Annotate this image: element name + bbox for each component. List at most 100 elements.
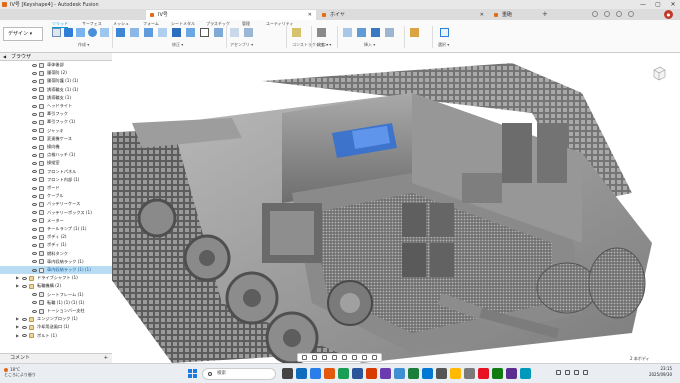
insert-image-icon[interactable] [357,28,366,37]
view-cube[interactable] [651,65,667,81]
visibility-eye-icon[interactable] [32,268,37,272]
browser-body-row[interactable]: ジャッキ [0,127,112,135]
browser-body-row[interactable]: 誘導輪支 (1) [0,94,112,102]
taskbar-app-icon[interactable] [282,368,293,379]
insert-mesh-icon[interactable] [371,28,380,37]
browser-body-row[interactable]: バッテリーボックス (1) [0,209,112,217]
taskbar-app-icon[interactable] [380,368,391,379]
maximize-button[interactable]: ▢ [651,0,665,9]
revolve-icon[interactable] [88,28,97,37]
visibility-eye-icon[interactable] [32,194,37,198]
select-icon[interactable] [440,28,449,37]
expand-icon[interactable]: ▶ [16,315,19,323]
browser-body-row[interactable]: 車体後部 [0,61,112,69]
browser-component-row[interactable]: ▶ ドライブシャフト (1) [0,274,112,282]
visibility-eye-icon[interactable] [32,129,37,133]
visibility-eye-icon[interactable] [22,284,27,288]
joint-icon[interactable] [230,28,239,37]
taskbar-search[interactable]: 検索 [202,368,276,380]
expand-icon[interactable]: ▶ [16,332,19,340]
visibility-eye-icon[interactable] [32,63,37,67]
expand-icon[interactable]: ▶ [16,323,19,331]
inspect-group-label[interactable]: 検査 ▾ [317,42,328,48]
browser-body-row[interactable]: ヘッドライト [0,102,112,110]
visibility-eye-icon[interactable] [32,88,37,92]
tab-manage[interactable]: 管理 [242,21,250,27]
visibility-eye-icon[interactable] [32,104,37,108]
taskbar-app-icon[interactable] [464,368,475,379]
tab-mesh[interactable]: メッシュ [113,21,129,27]
taskbar-app-icon[interactable] [492,368,503,379]
tab-utilities[interactable]: ユーティリティ [266,21,294,27]
visibility-eye-icon[interactable] [32,202,37,206]
battery-icon[interactable] [583,370,588,375]
extrude-icon[interactable] [76,28,85,37]
visibility-eye-icon[interactable] [32,112,37,116]
browser-body-row[interactable]: 操縦室 [0,159,112,167]
taskbar-app-icon[interactable] [310,368,321,379]
assemble-group-label[interactable]: アセンブリ ▾ [230,42,253,48]
press-pull-icon[interactable] [116,28,125,37]
visibility-eye-icon[interactable] [32,178,37,182]
modify-group-label[interactable]: 修正 ▾ [172,42,183,48]
visibility-eye-icon[interactable] [22,317,27,321]
visibility-eye-icon[interactable] [32,145,37,149]
hole-icon[interactable] [100,28,109,37]
tab-sheet-metal[interactable]: シートメタル [171,21,195,27]
visibility-eye-icon[interactable] [32,137,37,141]
visibility-eye-icon[interactable] [32,186,37,190]
expand-icon[interactable]: ▶ [16,282,19,290]
visibility-eye-icon[interactable] [32,243,37,247]
browser-body-row[interactable]: ケーブル [0,192,112,200]
taskbar-app-icon[interactable] [352,368,363,379]
browser-body-row[interactable]: バッテリーケース [0,200,112,208]
visibility-eye-icon[interactable] [32,96,37,100]
3d-viewport[interactable] [112,53,680,363]
taskbar-app-icon[interactable] [506,368,517,379]
minimize-button[interactable]: — [636,0,650,9]
browser-body-row[interactable]: 転輪 (1) (1) (1) (1) [0,299,112,307]
job-status-icon[interactable] [604,11,610,17]
close-window-button[interactable]: ✕ [666,0,680,9]
browser-body-row[interactable]: 変速機ケース [0,135,112,143]
replace-face-icon[interactable] [186,28,195,37]
taskbar-app-icon[interactable] [338,368,349,379]
create-group-label[interactable]: 作成 ▾ [78,42,89,48]
grid-settings-icon[interactable] [361,355,367,360]
visibility-eye-icon[interactable] [32,219,37,223]
insert-group-label[interactable]: 挿入 ▾ [364,42,375,48]
visibility-eye-icon[interactable] [22,276,27,280]
visibility-eye-icon[interactable] [32,161,37,165]
browser-body-row[interactable]: フロントパネル [0,168,112,176]
taskbar-app-icon[interactable] [422,368,433,379]
weather-widget[interactable]: 18°C ところにより曇り [4,367,36,377]
browser-body-row[interactable]: 牽引フック [0,110,112,118]
display-settings-icon[interactable] [351,355,357,360]
create-sketch-icon[interactable] [64,28,73,37]
network-icon[interactable] [565,370,570,375]
browser-body-row[interactable]: ボディ (2) [0,233,112,241]
browser-component-row[interactable]: ▶ エンジンブロック (1) [0,315,112,323]
browser-body-row[interactable]: トーションバー支柱 [0,307,112,315]
tank-model-render[interactable] [112,53,680,363]
visibility-eye-icon[interactable] [22,325,27,329]
volume-icon[interactable] [574,370,579,375]
combine-icon[interactable] [172,28,181,37]
document-tab-2[interactable]: ホイヤ ✕ [318,10,488,20]
start-button[interactable] [188,369,198,379]
add-comment-button[interactable]: + [104,354,108,363]
align-icon[interactable] [214,28,223,37]
browser-body-row[interactable]: ボード [0,184,112,192]
taskbar-app-icon[interactable] [436,368,447,379]
browser-body-row[interactable]: 車内収納ラック (1) [0,258,112,266]
visibility-eye-icon[interactable] [32,71,37,75]
extensions-icon[interactable] [592,11,598,17]
orbit-icon[interactable] [302,355,308,360]
browser-body-row[interactable]: 履帯防護 (1) (1) [0,77,112,85]
browser-component-row[interactable]: ▶ 冷却用送風口 (1) [0,323,112,331]
visibility-eye-icon[interactable] [32,309,37,313]
fillet-icon[interactable] [130,28,139,37]
new-component-icon[interactable] [52,28,61,37]
visibility-eye-icon[interactable] [32,301,37,305]
measure-icon[interactable] [317,28,326,37]
